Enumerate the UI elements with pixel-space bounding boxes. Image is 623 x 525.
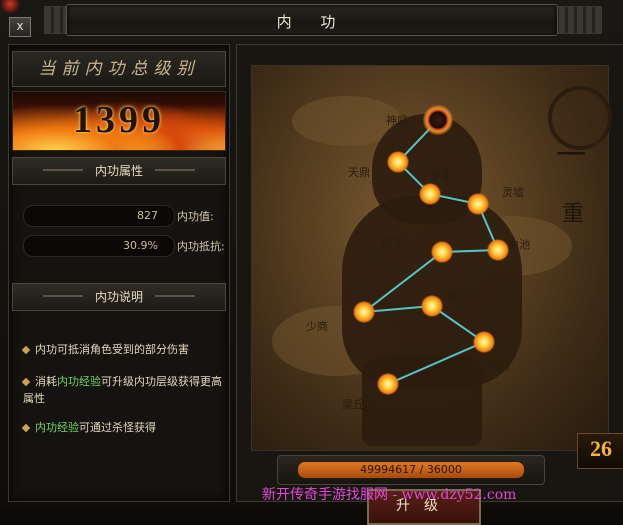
stat-label: 内功抵抗: [177,240,225,253]
acupoint-node[interactable] [419,183,441,205]
experience-text: 49994617 / 36000 [360,463,462,476]
description-item: 内功可抵消角色受到的部分伤害 [21,341,223,358]
corner-ornament [0,0,28,14]
diamond-bullet-icon [21,423,31,433]
description-heading: 内功说明 [12,283,226,311]
title-bar: 内 功 [66,4,558,36]
current-level-value: 1399 [73,99,165,141]
acupoint-node[interactable] [431,241,453,263]
acupoint-node[interactable] [387,151,409,173]
description-item: 消耗内功经验可升级内功层级获得更高属性 [21,375,222,405]
acupoint-node[interactable] [467,193,489,215]
acupoint-label: 华盖 [430,170,452,183]
stat-field-value: 827 [23,205,175,227]
acupoint-label: 天鼎 [348,166,370,179]
stat-label: 内功值: [177,210,214,223]
acupoint-label: 少商 [306,320,328,333]
diamond-bullet-icon [21,377,31,387]
acupoint-label: 曲池 [508,238,530,251]
right-panel: 一 重 内功修炼九重天 神庭 天鼎 华盖 灵墟 膻中 曲池 关元 少商 气门 梁… [236,44,623,525]
stat-field-resist: 30.9% [23,235,175,257]
requirement-badge: 26 [577,433,623,469]
acupoint-node[interactable] [377,373,399,395]
experience-bar: 49994617 / 36000 [297,461,525,479]
current-level-heading: 当前内功总级别 [12,51,226,87]
window-title: 内 功 [276,13,348,31]
acupoint-label: 神庭 [386,114,408,127]
acupoint-node[interactable] [421,295,443,317]
close-button[interactable]: x [9,17,31,37]
acupoint-node[interactable] [473,331,495,353]
meridian-chart: 一 重 内功修炼九重天 神庭 天鼎 华盖 灵墟 膻中 曲池 关元 少商 气门 梁… [251,65,612,451]
acupoint-node[interactable] [353,301,375,323]
acupoint-label: 关元 [448,290,470,303]
level-display: 1399 [12,91,226,151]
stat-value: 827 [137,209,158,222]
acupoint-label: 膻中 [382,236,404,249]
acupoint-label: 气门 [488,360,510,373]
game-window: x 内 功 当前内功总级别 1399 内功属性 827 内功值: 30.9% 内… [0,0,623,525]
description-item: 内功经验可通过杀怪获得 [21,419,223,436]
stat-value: 30.9% [123,239,158,252]
requirement-value: 26 [590,436,612,461]
attributes-heading: 内功属性 [12,157,226,185]
acupoint-node[interactable] [487,239,509,261]
acupoint-node[interactable] [423,105,453,135]
diamond-bullet-icon [21,345,31,355]
watermark-text: 新开传奇手游找服网 - www.dzy52.com [262,487,517,503]
left-panel: 当前内功总级别 1399 内功属性 827 内功值: 30.9% 内功抵抗: 内… [8,44,230,502]
acupoint-label: 灵墟 [502,186,524,199]
acupoint-label: 梁丘 [342,398,364,411]
